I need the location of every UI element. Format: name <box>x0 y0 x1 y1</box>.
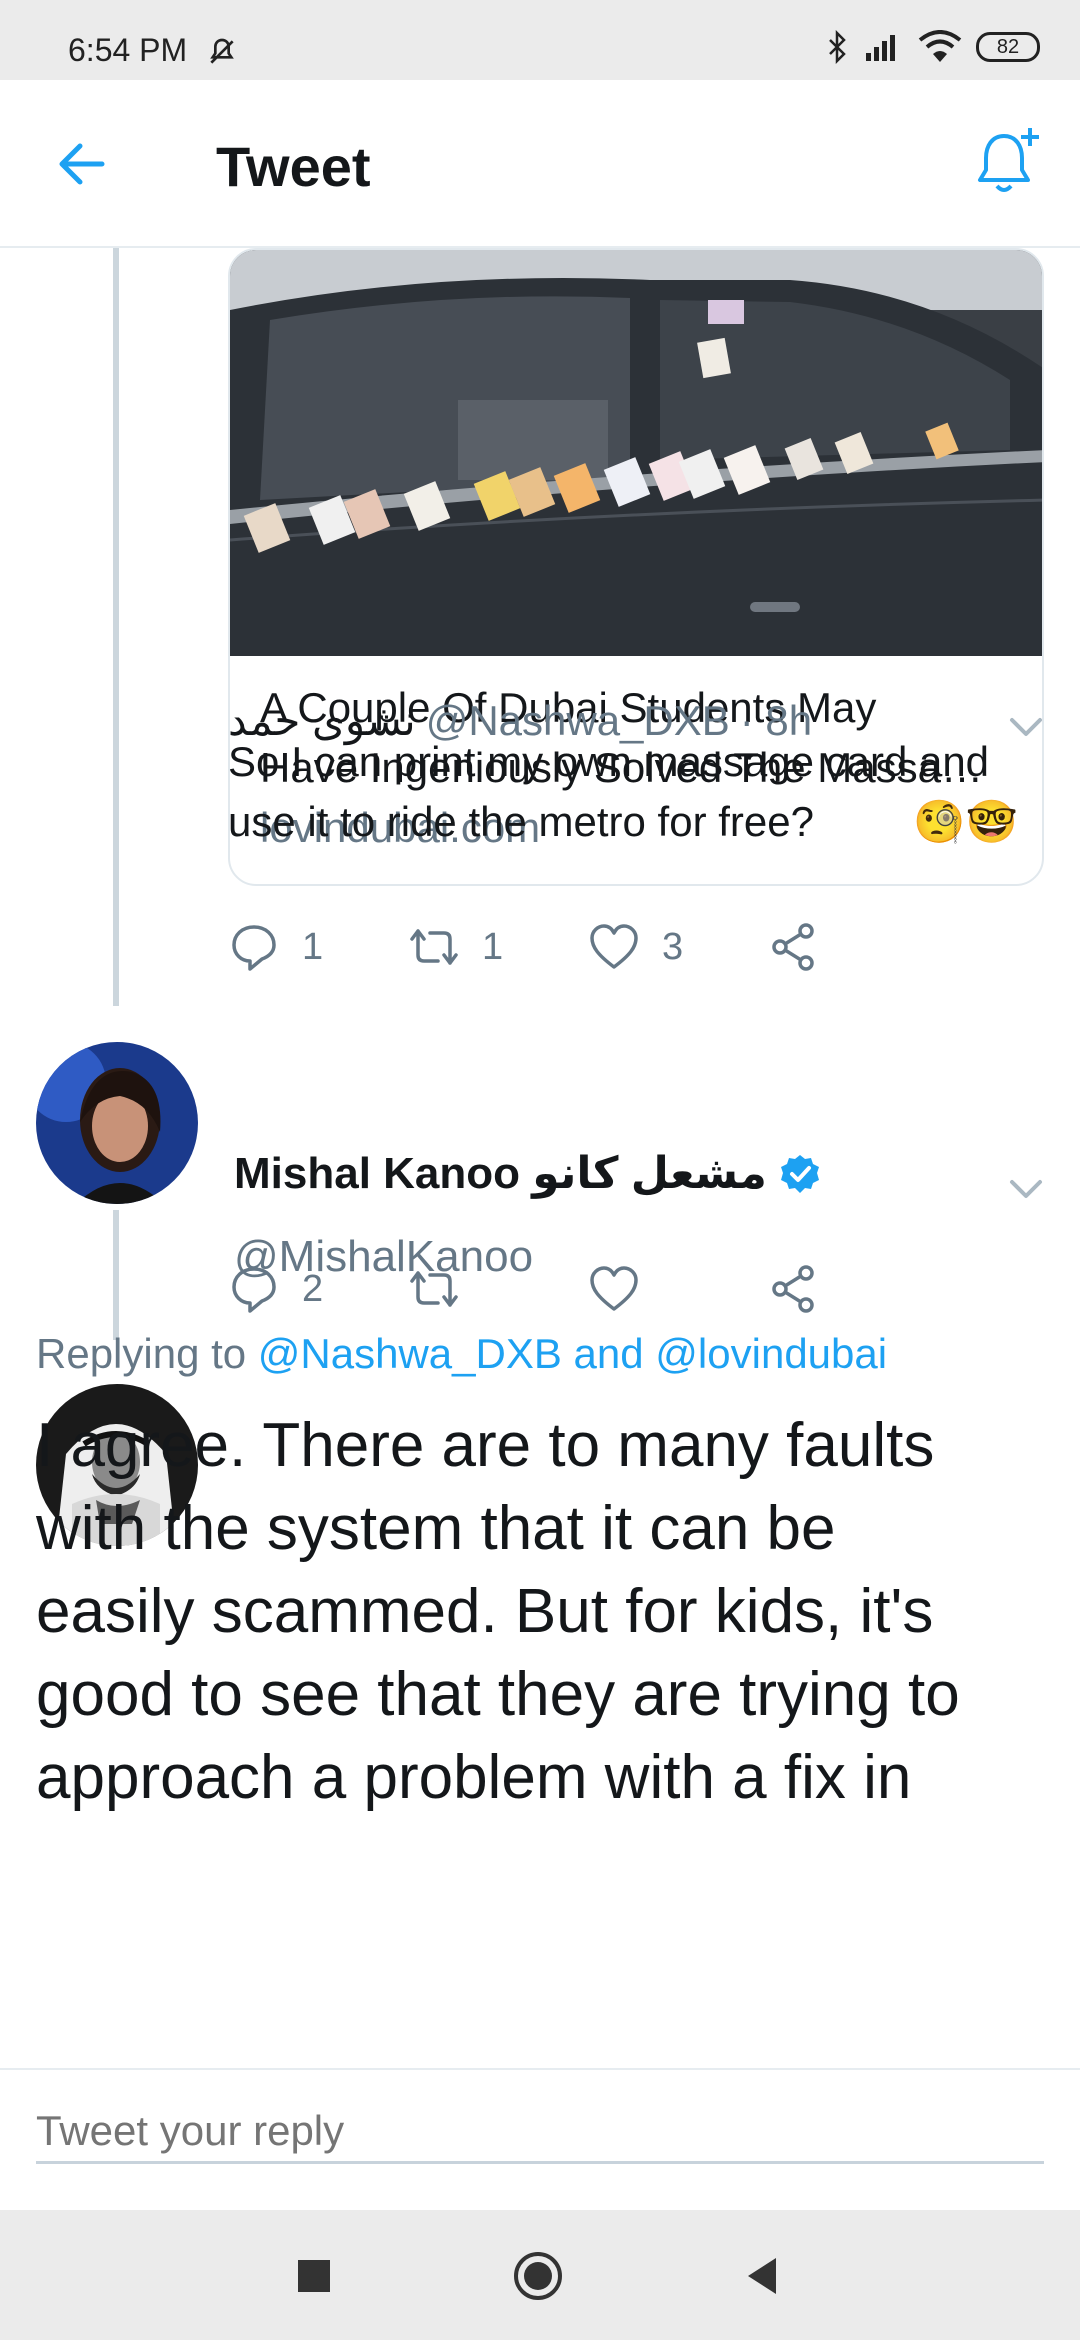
share-button[interactable] <box>768 1263 948 1315</box>
thread-connector <box>113 1210 119 1340</box>
recents-square-icon[interactable] <box>286 2248 342 2304</box>
main-tweet-text: I agree. There are to many faults with t… <box>36 1404 1056 1819</box>
heart-icon <box>590 1266 638 1311</box>
reply-text-line: use it to ride the metro for free? <box>228 798 814 845</box>
home-circle-icon[interactable] <box>510 2248 566 2304</box>
page-title: Tweet <box>216 135 371 198</box>
main-text-line: easily scammed. But for kids, it's <box>36 1577 934 1646</box>
heart-icon <box>590 924 638 969</box>
chevron-down-icon[interactable] <box>1004 1166 1048 1210</box>
share-button[interactable] <box>768 921 948 973</box>
retweet-count: 1 <box>482 925 504 968</box>
tweet-actions: 1 1 3 <box>228 912 948 982</box>
main-author-display-name: Mishal Kanoo مشعل كانو <box>234 1149 767 1198</box>
notification-bell-icon[interactable] <box>970 124 1046 200</box>
status-bar: 6:54 PM 82 <box>0 0 1080 80</box>
status-time: 6:54 PM <box>68 32 188 68</box>
reply-composer <box>0 2068 1080 2210</box>
reply-count: 1 <box>302 925 324 968</box>
reply-text-line: So I can print my own massage card and <box>228 738 990 785</box>
reply-button[interactable]: 1 <box>228 921 408 973</box>
main-author-handle[interactable]: @MishalKanoo <box>234 1232 533 1282</box>
like-count: 3 <box>662 925 684 968</box>
main-text-line: I agree. There are to many faults <box>36 1411 935 1480</box>
replying-prefix: Replying to <box>36 1330 247 1377</box>
reply-input[interactable] <box>36 2100 1044 2164</box>
replying-targets-link[interactable]: @Nashwa_DXB and @lovindubai <box>258 1330 887 1377</box>
like-button[interactable] <box>588 1263 768 1315</box>
car-window-photo <box>230 250 1042 656</box>
replying-to: Replying to @Nashwa_DXB and @lovindubai <box>36 1330 887 1378</box>
tweet-thread[interactable]: A Couple Of Dubai Students May Have Inge… <box>0 248 1080 2068</box>
card-image <box>230 250 1042 656</box>
thread-connector <box>113 248 119 1006</box>
reply-icon <box>232 925 276 971</box>
app-header: Tweet <box>0 80 1080 248</box>
back-arrow-icon[interactable] <box>50 132 114 196</box>
avatar-image <box>36 1042 198 1204</box>
status-icons: 82 <box>826 30 1040 64</box>
battery-indicator: 82 <box>976 32 1040 62</box>
main-text-line: approach a problem with a fix in <box>36 1743 912 1812</box>
avatar-nashwa[interactable] <box>36 1042 198 1204</box>
like-button[interactable]: 3 <box>588 921 768 973</box>
reply-text-row: use it to ride the metro for free? 🧐🤓 <box>228 792 1018 852</box>
system-nav-bar <box>0 2210 1080 2340</box>
reply-tweet-text: So I can print my own massage card and u… <box>228 732 1028 852</box>
main-author-name[interactable]: Mishal Kanoo مشعل كانو <box>234 1148 821 1199</box>
share-icon <box>772 923 814 971</box>
mute-notifications-icon <box>210 38 234 64</box>
main-text-line: with the system that it can be <box>36 1494 836 1563</box>
retweet-button[interactable]: 1 <box>408 921 588 973</box>
wifi-icon <box>918 30 962 62</box>
main-text-line: good to see that they are trying to <box>36 1660 960 1729</box>
verified-badge-icon <box>780 1154 819 1193</box>
signal-icon <box>866 35 895 61</box>
back-triangle-icon[interactable] <box>734 2248 790 2304</box>
reply-emojis: 🧐🤓 <box>913 798 1018 845</box>
retweet-icon <box>410 929 458 965</box>
share-icon <box>772 1265 814 1313</box>
bluetooth-icon <box>829 30 846 64</box>
